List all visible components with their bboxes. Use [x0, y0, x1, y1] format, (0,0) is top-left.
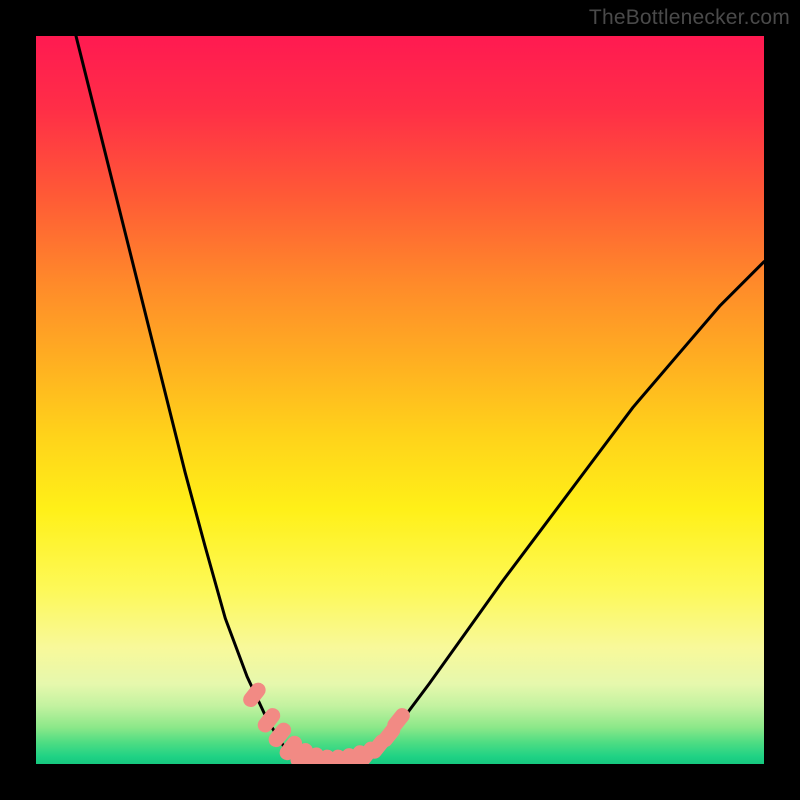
- curves-layer: [36, 36, 764, 764]
- curve-left-curve: [76, 36, 298, 757]
- watermark-text: TheBottlenecker.com: [589, 6, 790, 30]
- chart-frame: TheBottlenecker.com: [0, 0, 800, 800]
- bead-marker: [251, 690, 258, 699]
- bead-marker: [287, 743, 294, 752]
- bead-marker: [265, 716, 272, 725]
- bead-marker: [395, 716, 402, 725]
- curve-right-curve: [371, 262, 764, 753]
- bead-marker: [276, 730, 283, 739]
- plot-area: [36, 36, 764, 764]
